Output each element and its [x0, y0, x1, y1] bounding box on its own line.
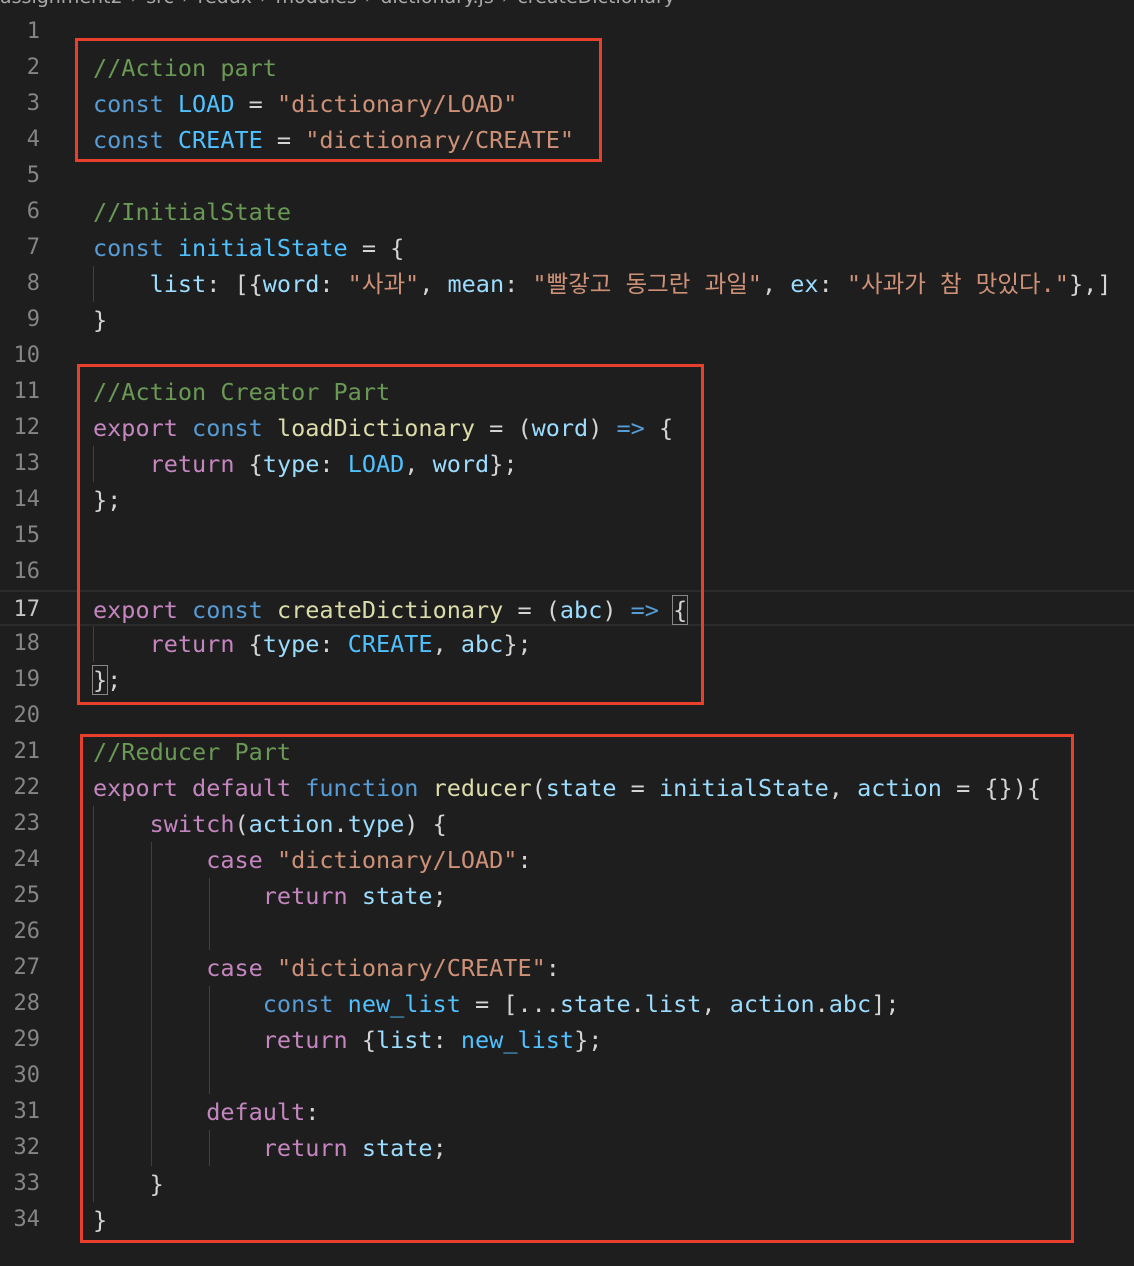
line-number: 2 [26, 55, 40, 80]
line-number: 28 [13, 991, 41, 1016]
code-token: : [818, 270, 847, 298]
code-token: "사과" [347, 270, 420, 298]
line-number: 15 [13, 523, 41, 548]
code-token: },] [1068, 270, 1112, 298]
code-token: mean [447, 270, 505, 298]
line-number: 8 [26, 271, 40, 296]
line-number: 3 [26, 91, 40, 116]
code-token: : [{ [206, 270, 263, 298]
code-token: list [149, 270, 207, 298]
indent-guide [93, 266, 94, 302]
chevron-right-icon: › [182, 0, 190, 8]
line-number: 25 [13, 883, 41, 908]
code-token: initialState [177, 234, 348, 262]
code-token: "사과가 참 맛있다." [846, 270, 1069, 298]
code-token: "빨갛고 동그란 과일" [532, 270, 762, 298]
code-line[interactable]: 8 list: [{word: "사과", mean: "빨갛고 동그란 과일"… [0, 266, 1134, 302]
line-code[interactable]: //InitialState [93, 194, 291, 230]
line-number: 27 [13, 955, 41, 980]
breadcrumb-item[interactable]: dictionary.js [380, 0, 493, 8]
line-number: 34 [13, 1207, 41, 1232]
action-part-highlight-box [75, 38, 602, 162]
line-number: 33 [13, 1171, 41, 1196]
line-number: 30 [13, 1063, 41, 1088]
line-number: 21 [13, 739, 41, 764]
code-line[interactable]: 6 //InitialState [0, 194, 1134, 230]
line-number: 29 [13, 1027, 41, 1052]
line-number: 7 [26, 235, 40, 260]
code-token: : [504, 270, 533, 298]
line-number: 31 [13, 1099, 41, 1124]
line-code[interactable]: list: [{word: "사과", mean: "빨갛고 동그란 과일", … [93, 266, 1112, 302]
code-line[interactable]: 9} [0, 302, 1134, 338]
line-number: 16 [13, 559, 41, 584]
code-token: , [761, 270, 791, 298]
breadcrumb-item[interactable]: createDictionary [517, 0, 675, 8]
code-editor[interactable]: 34} 33 } 32 return state; 31 default: 30 29 r… [0, 14, 1134, 1266]
chevron-right-icon: › [131, 0, 139, 8]
line-number: 4 [26, 127, 40, 152]
line-code[interactable]: } [93, 302, 107, 338]
breadcrumb[interactable]: assignment2 › src › redux › modules › dictionary… [0, 0, 1134, 8]
line-number: 26 [13, 919, 41, 944]
code-line[interactable]: 5 [0, 158, 1134, 194]
code-token: //InitialState [93, 198, 292, 226]
code-token: const [93, 234, 178, 262]
line-number: 18 [13, 631, 41, 656]
line-number: 12 [13, 415, 41, 440]
breadcrumb-item[interactable]: src [146, 0, 174, 8]
code-token: word [262, 270, 320, 298]
chevron-right-icon: › [260, 0, 268, 8]
line-code[interactable]: const initialState = { [93, 230, 404, 266]
line-number: 32 [13, 1135, 41, 1160]
line-number: 24 [13, 847, 41, 872]
line-number: 1 [26, 19, 40, 44]
line-number: 9 [26, 307, 40, 332]
code-token: = { [347, 234, 405, 262]
line-number: 20 [13, 703, 41, 728]
code-line[interactable]: 7 const initialState = { [0, 230, 1134, 266]
line-number: 22 [13, 775, 41, 800]
line-number: 6 [26, 199, 40, 224]
line-number: 23 [13, 811, 41, 836]
chevron-right-icon: › [502, 0, 510, 8]
code-token: : [319, 270, 348, 298]
breadcrumb-item[interactable]: modules [276, 0, 357, 8]
line-number: 13 [13, 451, 41, 476]
line-number: 17 [13, 597, 41, 622]
code-token: ex [790, 270, 819, 298]
reducer-part-highlight-box [80, 734, 1074, 1243]
action-creator-part-highlight-box [77, 364, 704, 705]
breadcrumb-item[interactable]: assignment2 [0, 0, 123, 8]
breadcrumb-item[interactable]: redux [198, 0, 252, 8]
line-number: 11 [13, 379, 41, 404]
chevron-right-icon: › [365, 0, 373, 8]
line-number: 19 [13, 667, 41, 692]
line-number: 14 [13, 487, 41, 512]
line-number: 5 [26, 163, 40, 188]
code-token: } [93, 306, 108, 334]
line-number: 10 [13, 343, 41, 368]
code-token: , [419, 270, 448, 298]
